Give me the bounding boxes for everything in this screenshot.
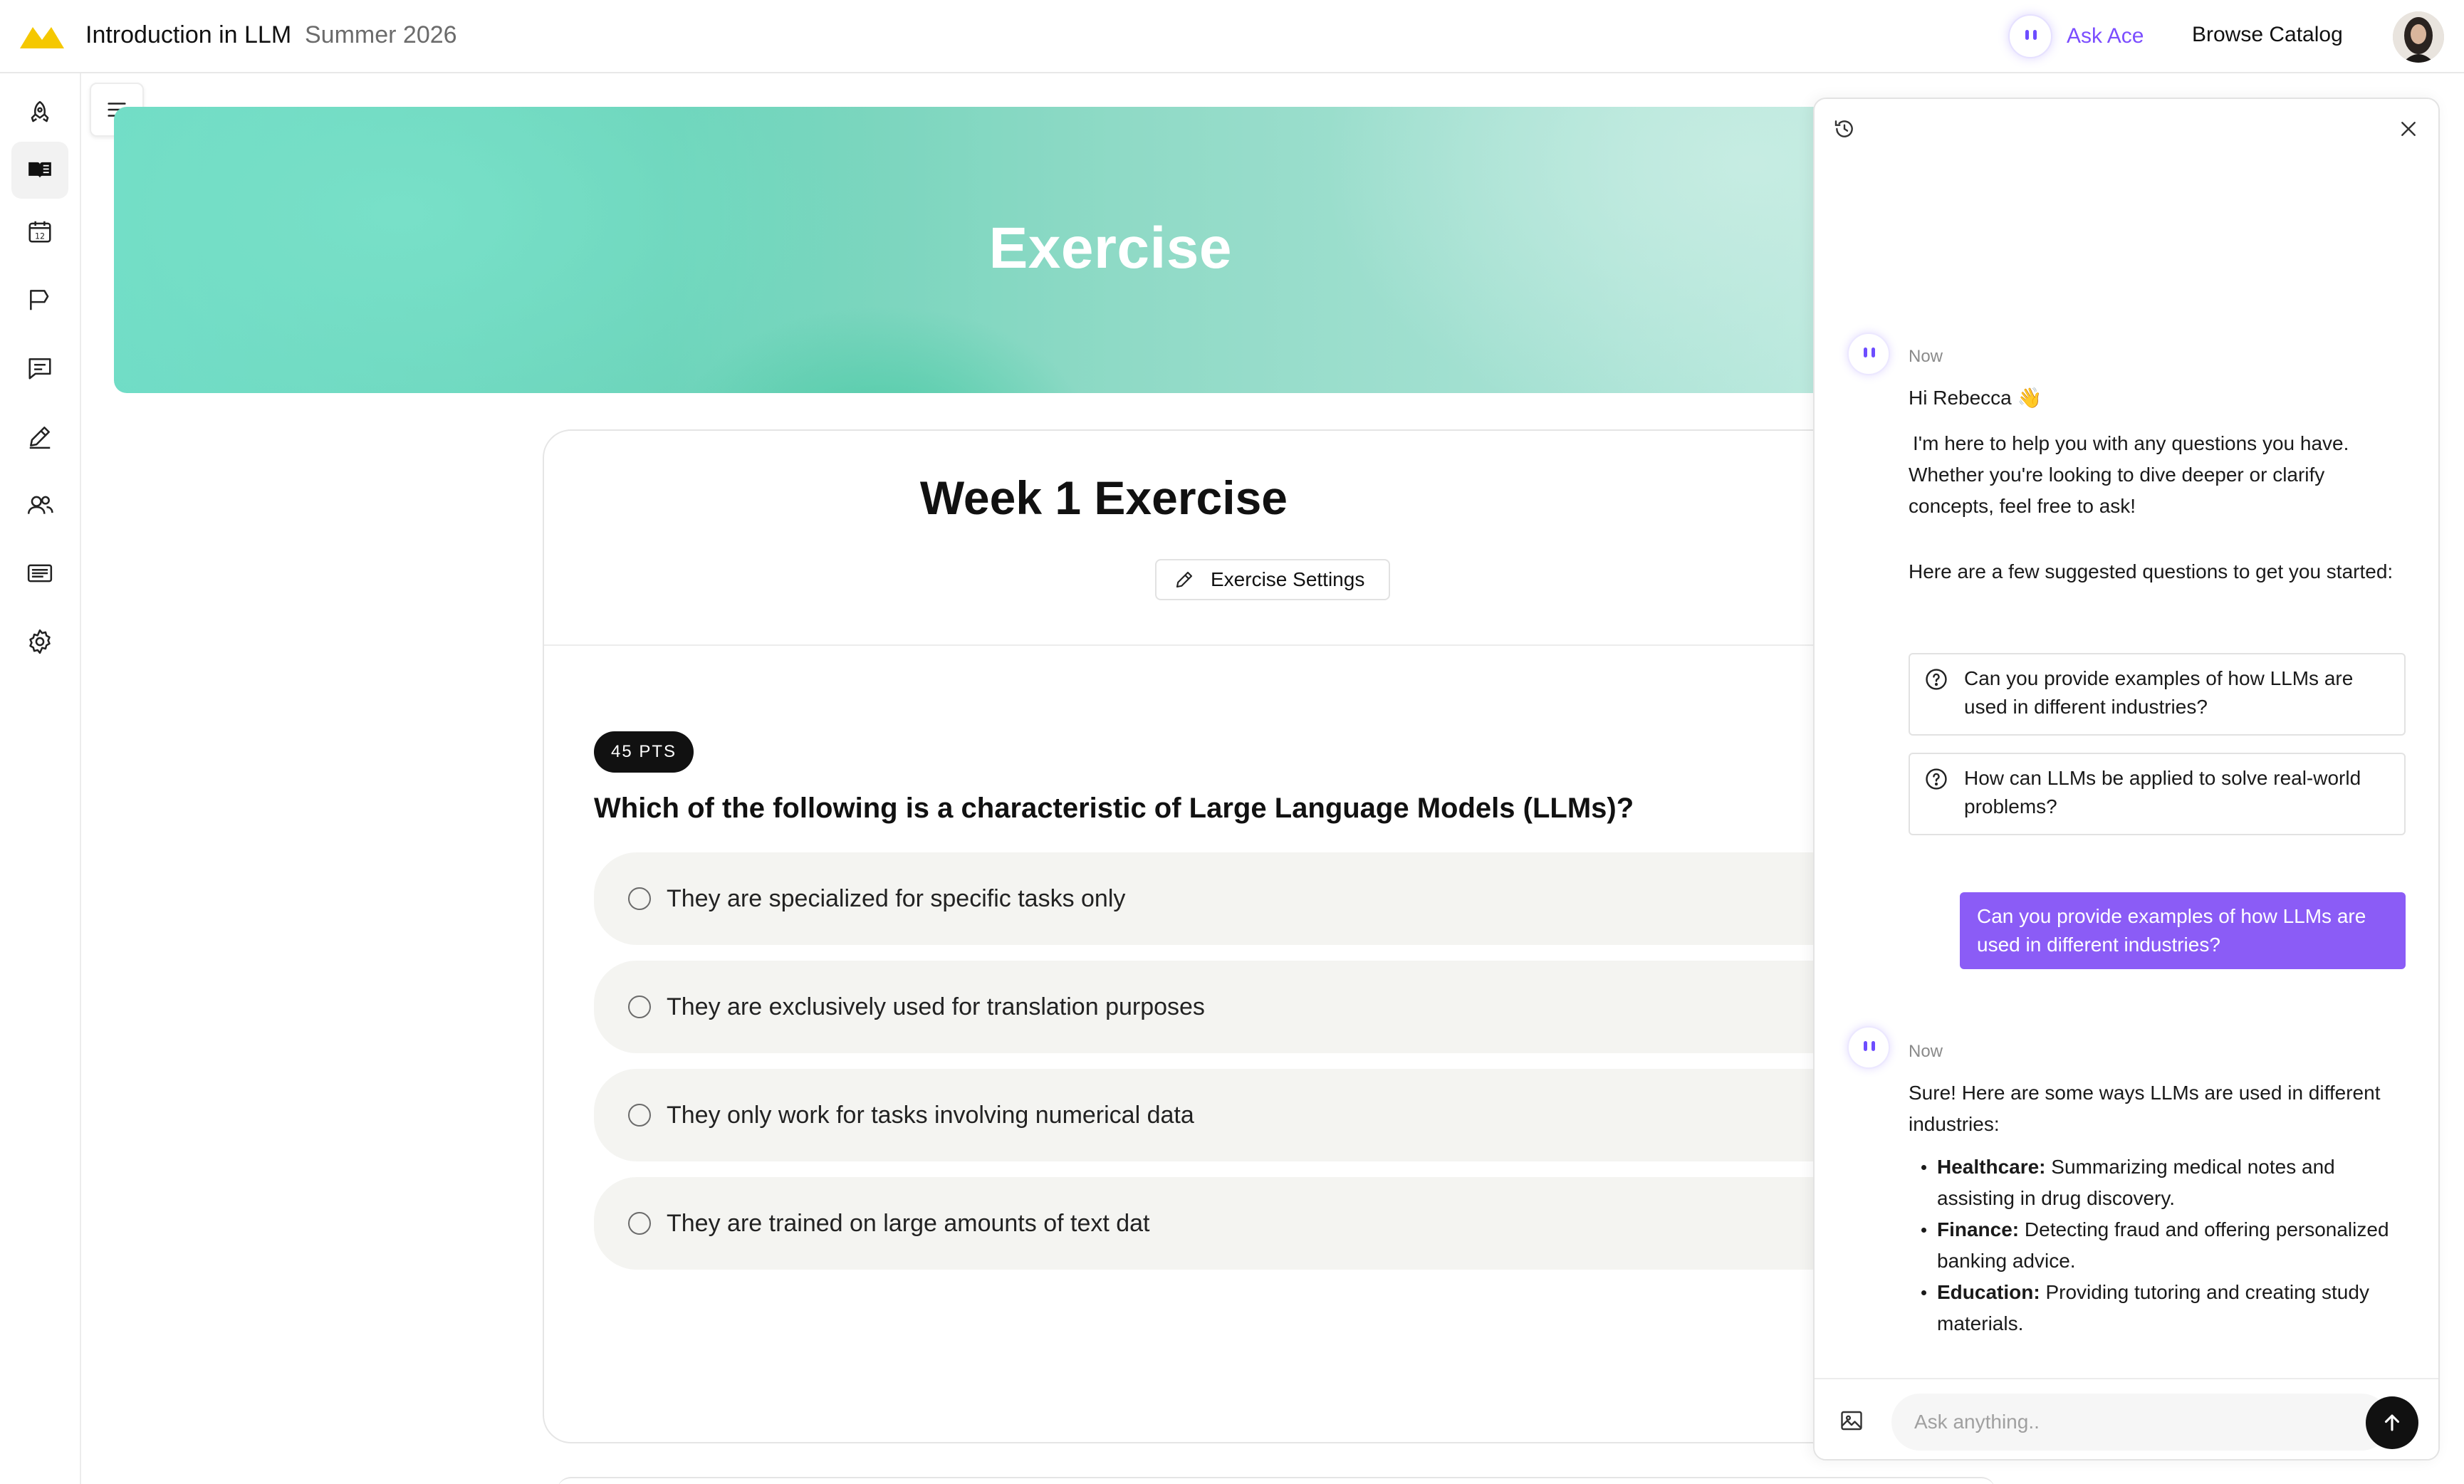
list-item: Healthcare: Summarizing medical notes an… [1919, 1151, 2410, 1214]
user-message-bubble: Can you provide examples of how LLMs are… [1960, 892, 2406, 969]
sidebar-item-milestones[interactable] [11, 271, 68, 328]
greeting-text: Hi Rebecca 👋 [1909, 387, 2042, 409]
image-icon [1841, 1411, 1862, 1431]
bullet-label: Education: [1937, 1281, 2040, 1303]
bullet-label: Finance: [1937, 1218, 2020, 1240]
arrow-up-icon [2384, 1414, 2400, 1431]
exercise-banner: Exercise [114, 107, 1951, 393]
pencil-icon [1176, 571, 1193, 588]
send-button[interactable] [2366, 1396, 2418, 1449]
sidebar-item-discussions[interactable] [11, 340, 68, 397]
history-icon [1834, 120, 1853, 137]
pencil-icon [29, 427, 51, 449]
top-bar: Introduction in LLM Summer 2026 Ask Ace … [0, 0, 2464, 73]
ask-ace-button[interactable]: Ask Ace [2008, 13, 2144, 60]
suggested-question-text: Can you provide examples of how LLMs are… [1964, 667, 2354, 718]
message-timestamp: Now [1909, 1042, 1943, 1061]
ask-ace-chat-panel: Now Hi Rebecca 👋 I'm here to help you wi… [1813, 98, 2440, 1461]
browse-catalog-link[interactable]: Browse Catalog [2192, 23, 2343, 47]
chat-icon [28, 358, 51, 380]
rocket-icon [31, 100, 49, 122]
user-photo [2393, 11, 2444, 63]
greeting-body: I'm here to help you with any questions … [1909, 432, 2349, 517]
left-rail: 12 [0, 73, 81, 1484]
attach-image-button[interactable] [1834, 1404, 1869, 1438]
book-open-icon [28, 162, 51, 179]
banner-title: Exercise [988, 216, 1232, 281]
flag-icon [30, 290, 49, 310]
exercise-settings-label: Exercise Settings [1211, 568, 1365, 590]
chat-input-bar [1815, 1378, 2438, 1459]
close-icon [2401, 122, 2416, 136]
list-item: Finance: Detecting fraud and offering pe… [1919, 1214, 2410, 1277]
bullet-label: Healthcare: [1937, 1156, 2046, 1178]
chat-close-button[interactable] [2391, 112, 2426, 146]
logo-icon[interactable] [20, 21, 64, 51]
chat-history-button[interactable] [1827, 112, 1862, 146]
sidebar-item-assignments[interactable] [11, 408, 68, 465]
ace-avatar-icon [1847, 333, 1890, 375]
next-card-edge [557, 1477, 1995, 1484]
radio-button[interactable] [628, 887, 651, 910]
list-card-icon [27, 564, 53, 582]
exercise-title: Week 1 Exercise [919, 471, 1288, 524]
reply-intro: Sure! Here are some ways LLMs are used i… [1909, 1082, 2381, 1135]
points-badge: 45 PTS [594, 731, 694, 773]
sidebar-item-settings[interactable] [11, 613, 68, 670]
suggestions-intro: Here are a few suggested questions to ge… [1909, 560, 2393, 582]
course-term: Summer 2026 [305, 21, 457, 48]
calendar-icon: 12 [28, 221, 51, 243]
ace-avatar-icon [1847, 1026, 1890, 1069]
sidebar-item-grades[interactable] [11, 545, 68, 602]
answer-option-label: They are specialized for specific tasks … [667, 884, 1126, 912]
answer-option-label: They are exclusively used for translatio… [667, 993, 1205, 1020]
suggested-question[interactable]: Can you provide examples of how LLMs are… [1909, 653, 2406, 736]
chat-message-input[interactable] [1891, 1394, 2390, 1451]
message-timestamp: Now [1909, 347, 1943, 366]
gear-icon [29, 629, 51, 654]
ask-ace-label: Ask Ace [2067, 24, 2144, 48]
question-circle-icon [1926, 768, 1947, 790]
reply-bullet-list: Healthcare: Summarizing medical notes an… [1919, 1151, 2410, 1339]
question-circle-icon [1926, 669, 1947, 690]
question-text: Which of the following is a characterist… [594, 793, 1634, 824]
course-title[interactable]: Introduction in LLM [85, 21, 291, 49]
radio-button[interactable] [628, 996, 651, 1018]
radio-button[interactable] [628, 1104, 651, 1127]
sidebar-item-people[interactable] [11, 476, 68, 533]
ace-avatar-icon [2008, 14, 2052, 58]
suggested-question-text: How can LLMs be applied to solve real-wo… [1964, 767, 2361, 817]
answer-option-label: They only work for tasks involving numer… [667, 1101, 1194, 1129]
list-item: Education: Providing tutoring and creati… [1919, 1277, 2410, 1339]
suggested-question[interactable]: How can LLMs be applied to solve real-wo… [1909, 753, 2406, 835]
users-icon [27, 496, 53, 514]
radio-button[interactable] [628, 1212, 651, 1235]
sidebar-item-content[interactable] [11, 142, 68, 199]
user-avatar[interactable] [2393, 11, 2444, 63]
sidebar-item-launch[interactable] [11, 85, 68, 142]
svg-text:12: 12 [35, 231, 45, 241]
exercise-settings-button[interactable]: Exercise Settings [1155, 559, 1390, 600]
answer-option-label: They are trained on large amounts of tex… [667, 1209, 1150, 1237]
sidebar-item-calendar[interactable]: 12 [11, 203, 68, 260]
